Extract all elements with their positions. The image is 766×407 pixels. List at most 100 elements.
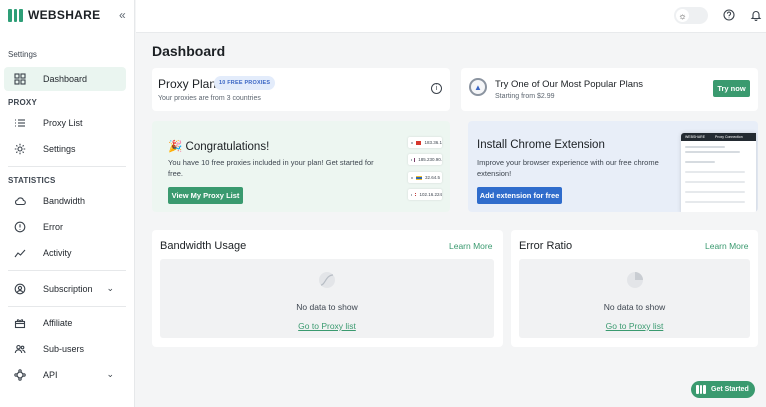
sidebar-item-label: Error [43,222,63,232]
preview-line [685,191,745,193]
brand-name: WEBSHARE [28,8,101,22]
sidebar-item-affiliate[interactable]: Affiliate [4,311,126,335]
user-circle-icon [13,282,27,296]
sidebar-item-label: Activity [43,248,72,258]
sidebar-item-bandwidth[interactable]: Bandwidth [4,189,126,213]
sidebar-item-label: Subscription [43,284,93,294]
divider [8,270,126,271]
preview-line [685,146,725,148]
line-chart-empty-icon [319,272,335,288]
get-started-button[interactable]: Get Started [691,381,755,398]
preview-line [685,151,740,153]
go-to-proxy-list-link[interactable]: Go to Proxy list [519,321,750,331]
proxy-ip: 32.64.5 [425,175,441,180]
divider [8,166,126,167]
sidebar-item-label: Settings [43,144,76,154]
proxy-ip: 185.230.90. [418,157,442,162]
list-icon [13,116,27,130]
theme-toggle[interactable]: ☼ [674,7,708,24]
activity-chart-icon [13,246,27,260]
gift-icon [13,316,27,330]
sidebar-item-label: Proxy List [43,118,83,128]
proxy-ip: 183.36.1 [424,140,442,145]
free-proxies-badge: 10 FREE PROXIES [214,76,276,90]
sidebar-item-label: Sub-users [43,344,85,354]
try-now-button[interactable]: Try now [713,80,750,97]
sidebar-item-label: Affiliate [43,318,73,328]
bandwidth-empty-state: No data to show Go to Proxy list [160,259,494,338]
sidebar-item-error[interactable]: Error [4,215,126,239]
preview-line [685,161,715,163]
congrats-title: 🎉 Congratulations! [168,141,270,153]
status-dot [411,141,413,144]
popular-plans-title: Try One of Our Most Popular Plans [495,79,644,90]
chrome-extension-title: Install Chrome Extension [477,139,605,151]
flag-icon [415,140,422,145]
collapse-sidebar-icon[interactable]: « [119,8,126,22]
sidebar-item-api[interactable]: API ⌄ [4,363,126,387]
section-proxy-label: PROXY [8,98,38,107]
proxy-preview-row: 183.36.1 [408,137,442,148]
popular-plans-subtitle: Starting from $2.99 [495,93,555,100]
flag-icon [416,175,422,180]
error-learn-more-link[interactable]: Learn More [705,241,748,251]
proxy-plan-subtitle: Your proxies are from 3 countries [158,95,261,102]
page-title: Dashboard [152,43,226,59]
proxy-plan-card: Proxy Plan 10 FREE PROXIES Your proxies … [152,68,450,111]
sidebar-item-label: Dashboard [43,74,88,84]
help-icon[interactable] [722,8,736,22]
error-ratio-card: Error Ratio Learn More No data to show G… [511,230,758,347]
no-data-text: No data to show [603,302,666,312]
preview-line [685,181,745,183]
sidebar-item-proxy-list[interactable]: Proxy List [4,111,126,135]
congrats-text: You have 10 free proxies included in you… [168,158,374,178]
sidebar-item-subscription[interactable]: Subscription ⌄ [4,277,126,301]
section-settings-label: Settings [8,50,37,59]
sidebar-item-settings[interactable]: Settings [4,137,126,161]
popular-plans-card: ▲ Try One of Our Most Popular Plans Star… [461,68,758,111]
logo-icon [8,8,24,22]
add-extension-button[interactable]: Add extension for free [477,187,562,204]
sun-icon: ☼ [676,9,689,22]
dashboard-icon [13,72,27,86]
bandwidth-learn-more-link[interactable]: Learn More [449,241,492,251]
flag-icon [414,192,417,197]
status-dot [411,193,412,196]
bandwidth-usage-card: Bandwidth Usage Learn More No data to sh… [152,230,503,347]
alert-circle-icon [13,220,27,234]
proxy-plan-title: Proxy Plan [158,77,217,91]
bell-icon[interactable] [749,8,763,22]
extension-preview-brand: WEBSHARE [685,135,706,139]
info-icon[interactable]: i [431,83,442,94]
logo[interactable]: WEBSHARE [8,8,100,22]
section-statistics-label: STATISTICS [8,176,56,185]
chrome-extension-text: Improve your browser experience with our… [477,158,659,178]
error-ratio-title: Error Ratio [519,240,573,252]
flag-icon [414,157,416,162]
sidebar-item-activity[interactable]: Activity [4,241,126,265]
divider [8,306,126,307]
go-to-proxy-list-link[interactable]: Go to Proxy list [160,321,494,331]
proxy-preview-row: 185.230.90. [408,154,442,165]
proxy-ip: 102.16.224 [419,192,442,197]
thumbs-up-icon: ▲ [469,78,487,96]
view-proxy-list-button[interactable]: View My Proxy List [168,187,243,204]
no-data-text: No data to show [296,302,358,312]
proxy-preview-row: 102.16.224 [408,189,442,200]
proxy-preview-row: 32.64.5 [408,172,442,183]
chevron-down-icon: ⌄ [106,369,114,379]
extension-preview-header: WEBSHARE Proxy Connection [681,133,756,141]
extension-preview-tab: Proxy Connection [715,135,743,139]
extension-preview-image: WEBSHARE Proxy Connection [681,133,756,212]
cloud-icon [13,194,27,208]
sidebar-item-sub-users[interactable]: Sub-users [4,337,126,361]
sidebar: WEBSHARE « Settings Dashboard PROXY Prox… [0,0,135,407]
congrats-card: 🎉 Congratulations! You have 10 free prox… [152,121,450,212]
pie-chart-empty-icon [626,272,643,288]
get-started-label: Get Started [711,386,749,393]
api-nodes-icon [13,368,27,382]
status-dot [411,176,413,179]
preview-line [685,171,745,173]
chevron-down-icon: ⌄ [106,283,114,293]
sidebar-item-dashboard[interactable]: Dashboard [4,67,126,91]
